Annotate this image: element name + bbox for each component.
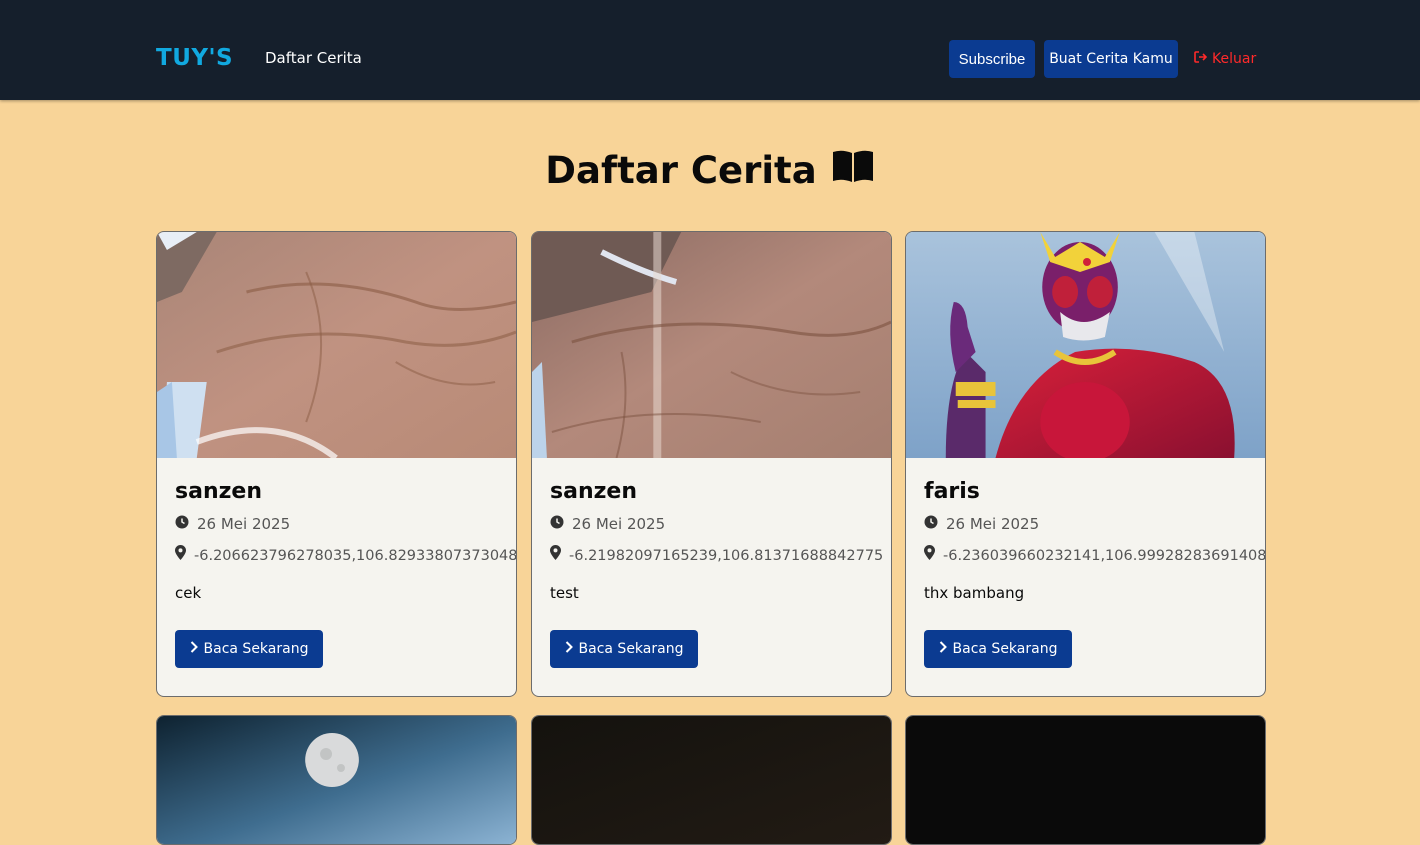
nav-actions: Subscribe Buat Cerita Kamu Keluar	[949, 40, 1256, 78]
map-pin-icon	[924, 545, 935, 566]
story-card: sanzen 26 Mei 2025 -6.206623796278035,10…	[156, 231, 517, 697]
read-now-label: Baca Sekarang	[203, 641, 309, 657]
story-image-hand	[532, 232, 891, 458]
read-now-label: Baca Sekarang	[578, 641, 684, 657]
story-card: faris 26 Mei 2025 -6.236039660232141,106…	[905, 231, 1266, 697]
clock-icon	[924, 514, 938, 534]
story-date-text: 26 Mei 2025	[572, 515, 666, 533]
story-card-body: sanzen 26 Mei 2025 -6.206623796278035,10…	[157, 458, 516, 686]
story-image-moon	[157, 716, 516, 844]
story-date: 26 Mei 2025	[175, 514, 498, 534]
brand-logo[interactable]: TUY'S	[156, 43, 233, 73]
read-now-button[interactable]: Baca Sekarang	[550, 630, 698, 668]
clock-icon	[550, 514, 564, 534]
logout-button[interactable]: Keluar	[1194, 51, 1256, 67]
story-author: faris	[924, 479, 980, 504]
story-image-dark	[532, 716, 891, 844]
story-card	[905, 715, 1266, 845]
create-story-button[interactable]: Buat Cerita Kamu	[1044, 40, 1178, 78]
story-description: thx bambang	[924, 584, 1025, 602]
story-description: cek	[175, 584, 202, 602]
page-title: Daftar Cerita	[0, 147, 1420, 195]
story-date: 26 Mei 2025	[550, 514, 873, 534]
story-date-text: 26 Mei 2025	[946, 515, 1040, 533]
story-date-text: 26 Mei 2025	[197, 515, 291, 533]
story-author: sanzen	[550, 479, 637, 504]
nav-link-story-list[interactable]: Daftar Cerita	[265, 48, 362, 68]
story-date: 26 Mei 2025	[924, 514, 1247, 534]
story-card: sanzen 26 Mei 2025 -6.21982097165239,106…	[531, 231, 892, 697]
map-pin-icon	[550, 545, 561, 566]
story-location-text: -6.21982097165239,106.81371688842775	[569, 547, 884, 564]
logout-icon	[1194, 51, 1208, 67]
clock-icon	[175, 514, 189, 534]
read-now-button[interactable]: Baca Sekarang	[175, 630, 323, 668]
page-title-text: Daftar Cerita	[545, 149, 817, 192]
story-location-text: -6.206623796278035,106.82933807373048	[194, 547, 517, 564]
story-card	[156, 715, 517, 845]
chevron-right-icon	[939, 641, 947, 657]
story-image-kamen-rider	[906, 232, 1265, 458]
chevron-right-icon	[565, 641, 573, 657]
story-location-text: -6.236039660232141,106.99928283691408	[943, 547, 1266, 564]
subscribe-button[interactable]: Subscribe	[949, 40, 1035, 78]
story-location: -6.206623796278035,106.82933807373048	[175, 545, 516, 566]
story-location: -6.236039660232141,106.99928283691408	[924, 545, 1265, 566]
top-navbar: TUY'S Daftar Cerita Subscribe Buat Cerit…	[0, 0, 1420, 100]
logout-label: Keluar	[1212, 51, 1257, 67]
story-card-body: sanzen 26 Mei 2025 -6.21982097165239,106…	[532, 458, 891, 686]
story-image-black	[906, 716, 1265, 844]
story-location: -6.21982097165239,106.81371688842775	[550, 545, 883, 566]
read-now-button[interactable]: Baca Sekarang	[924, 630, 1072, 668]
map-pin-icon	[175, 545, 186, 566]
chevron-right-icon	[190, 641, 198, 657]
story-card	[531, 715, 892, 845]
story-image-hand	[157, 232, 516, 458]
open-book-icon	[831, 147, 875, 195]
read-now-label: Baca Sekarang	[952, 641, 1058, 657]
story-author: sanzen	[175, 479, 262, 504]
story-card-body: faris 26 Mei 2025 -6.236039660232141,106…	[906, 458, 1265, 686]
story-description: test	[550, 584, 579, 602]
